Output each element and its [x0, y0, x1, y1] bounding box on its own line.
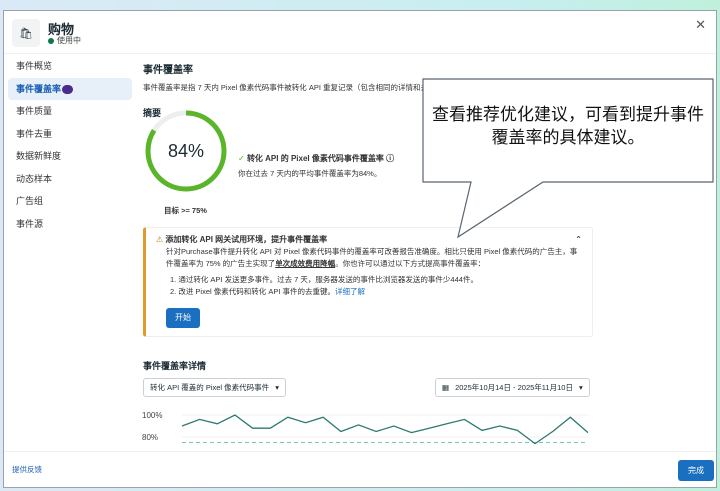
- alert-list-item: 1. 通过转化 API 发送更多事件。过去 7 天，服务器发送的事件比浏览器发送…: [170, 275, 478, 284]
- alert-list-item: 2. 改进 Pixel 像素代码和转化 API 事件的去重键。详细了解: [166, 286, 582, 298]
- y-tick-label: 80%: [142, 433, 158, 442]
- status-dot-icon: [48, 37, 54, 44]
- date-range-picker[interactable]: ▦ 2025年10月14日 - 2025年11月10日 ▾: [435, 378, 590, 397]
- alert-body-text-2: 。你也许可以通过以下方式提高事件覆盖率：: [335, 259, 486, 268]
- target-label: 目标 >= 75%: [164, 206, 207, 215]
- coverage-line-chart: 100%80%60%: [142, 411, 589, 445]
- metric-title-text: 转化 API 的 Pixel 像素代码事件覆盖率: [246, 154, 384, 163]
- footer: 提供反馈 完成: [4, 451, 716, 487]
- done-button[interactable]: 完成: [678, 460, 714, 481]
- caret-down-icon: ▾: [578, 383, 583, 392]
- caret-down-icon: ▾: [275, 383, 279, 392]
- sidebar-item-dedup[interactable]: 事件去重: [8, 123, 132, 146]
- description: 事件覆盖率是指 7 天内 Pixel 像素代码事件被转化 API 重复记录（包含…: [143, 83, 489, 92]
- coverage-series-line: [181, 414, 589, 445]
- chevron-up-icon[interactable]: ⌃: [575, 234, 582, 246]
- metric-title: ✓ 转化 API 的 Pixel 像素代码事件覆盖率 ⓘ: [238, 153, 394, 164]
- date-range-value: 2025年10月14日 - 2025年11月10日: [455, 383, 573, 392]
- sidebar: 事件概览 事件覆盖率 事件质量 事件去重 数据新鲜度 动态样本 广告组 事件源: [4, 55, 136, 235]
- sidebar-item-freshness[interactable]: 数据新鲜度: [8, 145, 132, 168]
- sidebar-item-adsets[interactable]: 广告组: [8, 190, 132, 213]
- callout-text: 查看推荐优化建议，可看到提升事件覆盖率的具体建议。: [432, 105, 704, 147]
- feedback-link[interactable]: 提供反馈: [12, 464, 42, 475]
- alert-title-text: 添加转化 API 网关试用环境，提升事件覆盖率: [165, 235, 328, 244]
- modal: 🛍 购物 使用中 ✕ 事件概览 事件覆盖率 事件质量 事件去重 数据新鲜度 动态…: [3, 10, 717, 488]
- shopping-bag-icon: 🛍: [12, 19, 40, 47]
- coverage-value: 84%: [167, 140, 205, 161]
- sidebar-item-label: 事件覆盖率: [16, 83, 62, 94]
- new-badge-icon: [62, 84, 74, 94]
- section-title: 事件覆盖率: [143, 65, 193, 76]
- sidebar-item-sources[interactable]: 事件源: [8, 213, 132, 236]
- dropdown-value: 转化 API 覆盖的 Pixel 像素代码事件: [150, 383, 270, 392]
- check-circle-icon: ✓: [238, 154, 245, 163]
- recommendation-alert: ⚠ 添加转化 API 网关试用环境，提升事件覆盖率 ⌃ 针对Purchase事件提…: [143, 227, 593, 337]
- alert-list-item-text: 2. 改进 Pixel 像素代码和转化 API 事件的去重键。: [170, 287, 336, 296]
- start-button[interactable]: 开始: [166, 308, 200, 328]
- info-icon[interactable]: ⓘ: [386, 154, 394, 163]
- warning-icon: ⚠: [156, 235, 164, 244]
- header: 🛍 购物 使用中 ✕: [4, 11, 716, 54]
- metric-description: 你在过去 7 天内的平均事件覆盖率为84%。: [238, 169, 382, 178]
- details-title: 事件覆盖率详情: [143, 361, 207, 371]
- sidebar-item-quality[interactable]: 事件质量: [8, 100, 132, 123]
- sidebar-item-coverage[interactable]: 事件覆盖率: [8, 77, 132, 100]
- y-tick-label: 100%: [142, 411, 162, 420]
- alert-body: 针对Purchase事件提升转化 API 对 Pixel 像素代码事件的覆盖率可…: [156, 246, 582, 328]
- learn-more-link[interactable]: 详细了解: [335, 287, 365, 296]
- status-text: 使用中: [57, 36, 81, 45]
- sidebar-item-overview[interactable]: 事件概览: [8, 55, 132, 78]
- calendar-icon: ▦: [442, 383, 450, 392]
- alert-body-bold[interactable]: 单次成效费用降幅: [275, 259, 335, 268]
- sidebar-item-samples[interactable]: 动态样本: [8, 168, 132, 191]
- close-icon[interactable]: ✕: [695, 17, 706, 33]
- event-type-dropdown[interactable]: 转化 API 覆盖的 Pixel 像素代码事件 ▾: [143, 378, 286, 397]
- status-badge: 使用中: [48, 35, 81, 46]
- alert-title: ⚠ 添加转化 API 网关试用环境，提升事件覆盖率 ⌃: [156, 234, 582, 246]
